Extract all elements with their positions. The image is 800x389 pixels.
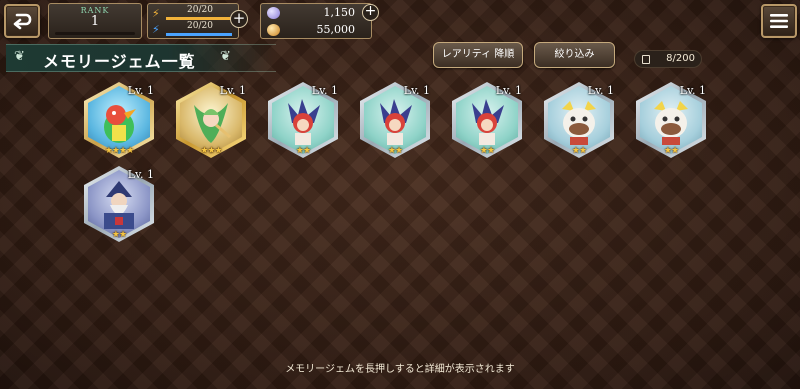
rarity-stars: ★★ xyxy=(387,146,403,156)
gem-level: Lv. 1 xyxy=(127,168,154,181)
rarity-stars: ★★ xyxy=(111,230,127,240)
gem-level: Lv. 1 xyxy=(219,84,246,97)
filter-button[interactable]: 絞り込み xyxy=(534,42,615,68)
rank-value: 1 xyxy=(90,14,100,29)
lightning-icon: ⚡ xyxy=(152,7,160,20)
return-arrow-icon xyxy=(13,13,32,30)
rank-panel: RANK 1 xyxy=(48,3,142,39)
ornament-icon: ❦ xyxy=(14,49,25,64)
rarity-stars: ★★★★ xyxy=(104,146,134,156)
white-beast-character-icon xyxy=(562,101,596,145)
add-currency-button[interactable]: + xyxy=(362,4,379,21)
lightning-icon: ⚡ xyxy=(152,23,160,36)
gem-level: Lv. 1 xyxy=(495,84,522,97)
inventory-icon xyxy=(642,55,650,64)
green-fairy-character-icon xyxy=(194,103,231,143)
hamburger-menu-icon xyxy=(770,14,788,28)
gem-level: Lv. 1 xyxy=(587,84,614,97)
memory-gem-card[interactable]: Lv. 1 ★★ xyxy=(84,166,154,246)
gem-level: Lv. 1 xyxy=(311,84,338,97)
white-beast-character-icon xyxy=(654,101,688,145)
currency-row-quill: 1,150 xyxy=(261,5,371,22)
memory-gem-card[interactable]: Lv. 1 ★★ xyxy=(636,82,706,162)
memory-gem-card[interactable]: Lv. 1 ★★★ xyxy=(176,82,246,162)
gem-level: Lv. 1 xyxy=(679,84,706,97)
coin-icon xyxy=(267,24,280,36)
memory-gem-card[interactable]: Lv. 1 ★★ xyxy=(544,82,614,162)
colorful-bird-character-icon xyxy=(104,105,136,143)
currency-row-coin: 55,000 xyxy=(261,22,371,39)
memory-gem-card[interactable]: Lv. 1 ★★ xyxy=(360,82,430,162)
stamina-value: 20/20 xyxy=(187,21,213,31)
red-hair-girl-character-icon xyxy=(380,99,412,145)
rarity-stars: ★★★ xyxy=(200,146,222,156)
currency-value: 55,000 xyxy=(316,23,356,36)
gem-count-badge: 8/200 xyxy=(634,50,702,68)
rarity-stars: ★★ xyxy=(295,146,311,156)
memory-gem-card[interactable]: Lv. 1 ★★ xyxy=(268,82,338,162)
memory-gem-card[interactable]: Lv. 1 ★★★★ xyxy=(84,82,154,162)
title-banner: ❦ メモリージェム一覧 ❦ xyxy=(6,44,276,72)
stamina-bar xyxy=(166,17,232,20)
gem-count: 8/200 xyxy=(666,53,695,64)
currency-value: 1,150 xyxy=(323,6,356,19)
rarity-stars: ★★ xyxy=(479,146,495,156)
currency-panel: 1,150 55,000 xyxy=(260,3,372,39)
stamina-value: 20/20 xyxy=(187,5,213,15)
sort-rarity-desc-button[interactable]: レアリティ 降順 xyxy=(433,42,523,68)
stamina-row-blue: ⚡ 20/20 xyxy=(152,21,234,38)
quill-icon xyxy=(267,7,280,19)
red-hair-girl-character-icon xyxy=(472,99,504,145)
add-stamina-button[interactable]: + xyxy=(230,10,248,28)
stamina-bar xyxy=(166,33,232,36)
gem-level: Lv. 1 xyxy=(403,84,430,97)
ornament-icon: ❦ xyxy=(220,49,231,64)
stamina-row-orange: ⚡ 20/20 xyxy=(152,5,234,22)
back-button[interactable] xyxy=(4,4,40,38)
rarity-stars: ★★ xyxy=(571,146,587,156)
page-title: メモリージェム一覧 xyxy=(43,52,196,71)
bearded-wizard-character-icon xyxy=(104,181,134,229)
menu-button[interactable] xyxy=(761,4,797,38)
red-hair-girl-character-icon xyxy=(288,99,320,145)
memory-gem-card[interactable]: Lv. 1 ★★ xyxy=(452,82,522,162)
rarity-stars: ★★ xyxy=(663,146,679,156)
stamina-panel: ⚡ 20/20 ⚡ 20/20 xyxy=(147,3,239,39)
long-press-hint: メモリージェムを長押しすると詳細が表示されます xyxy=(285,364,515,375)
rank-exp-bar xyxy=(55,32,135,35)
gem-level: Lv. 1 xyxy=(127,84,154,97)
